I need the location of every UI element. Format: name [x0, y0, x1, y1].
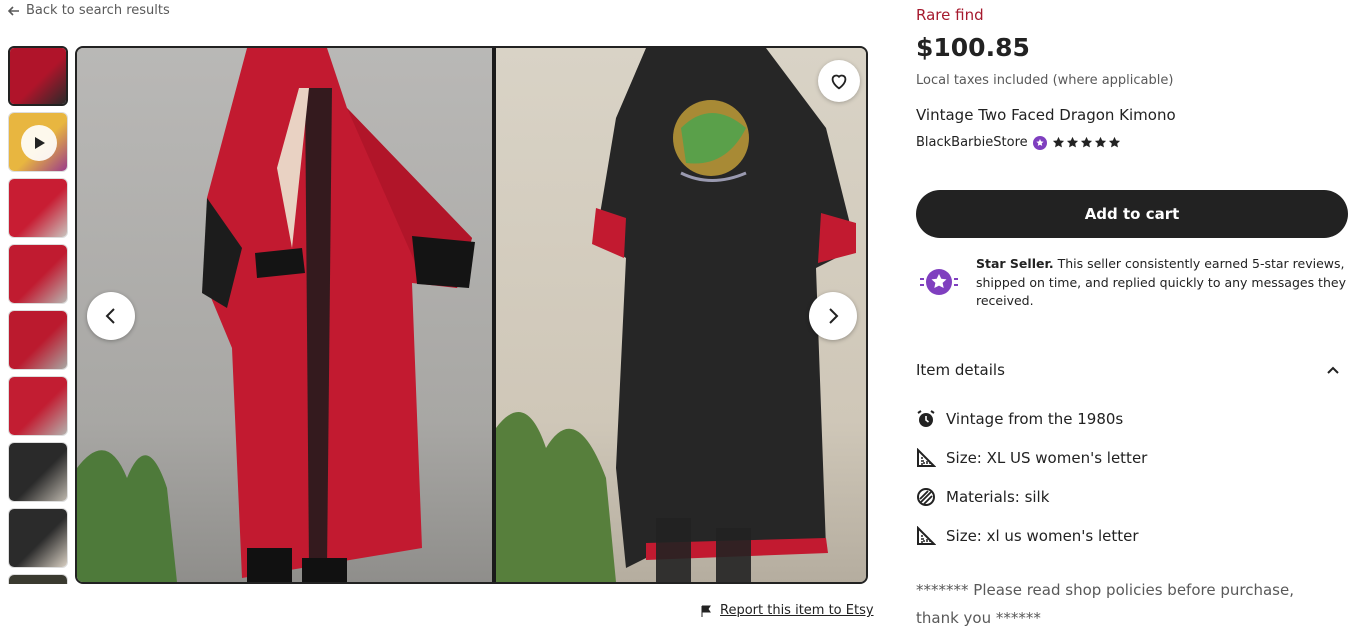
next-image-button[interactable]: [809, 292, 857, 340]
product-title: Vintage Two Faced Dragon Kimono: [916, 106, 1176, 124]
star-seller-text: Star Seller. This seller consistently ea…: [976, 255, 1348, 311]
heart-icon: [831, 74, 847, 90]
rating-stars: [1052, 136, 1121, 149]
thumbnail-image[interactable]: [8, 508, 68, 568]
detail-size-text: Size: XL US women's letter: [946, 449, 1148, 467]
thumbnail-preview: [9, 179, 67, 237]
star-seller-notice: Star Seller. This seller consistently ea…: [916, 255, 1348, 311]
thumbnail-image[interactable]: [8, 574, 68, 584]
thumbnail-preview: [10, 48, 66, 104]
star-icon: [1108, 136, 1120, 148]
star-seller-heading: Star Seller.: [976, 256, 1054, 271]
item-details-heading: Item details: [916, 361, 1005, 379]
thumbnail-preview: [9, 509, 67, 567]
add-to-cart-button[interactable]: Add to cart: [916, 190, 1348, 238]
main-listing-image[interactable]: [75, 46, 868, 584]
chevron-right-icon: [829, 308, 839, 324]
thumbnail-image[interactable]: [8, 178, 68, 238]
back-link-label: Back to search results: [26, 3, 170, 18]
thumbnail-preview: [9, 311, 67, 369]
thumbnail-image[interactable]: [8, 310, 68, 370]
detail-size-2: Size: xl us women's letter: [916, 526, 1139, 546]
thumbnail-strip: [8, 46, 68, 584]
thumbnail-image[interactable]: [8, 376, 68, 436]
shop-row: BlackBarbieStore: [916, 135, 1121, 150]
chevron-up-icon: [1327, 366, 1339, 374]
thumbnail-preview: [9, 575, 67, 584]
report-item-label: Report this item to Etsy: [720, 603, 874, 618]
star-icon: [1094, 136, 1106, 148]
detail-vintage-text: Vintage from the 1980s: [946, 410, 1124, 428]
thumbnail-preview: [9, 245, 67, 303]
detail-materials-text: Materials: silk: [946, 488, 1050, 506]
materials-icon: [917, 488, 935, 506]
detail-size-2-text: Size: xl us women's letter: [946, 527, 1139, 545]
arrow-left-icon: [8, 5, 19, 16]
policy-note: ******* Please read shop policies before…: [916, 581, 1294, 627]
favorite-button[interactable]: [818, 60, 860, 102]
star-icon: [1052, 136, 1064, 148]
rare-find-label: Rare find: [916, 6, 984, 24]
previous-image-button[interactable]: [87, 292, 135, 340]
back-to-search-link[interactable]: Back to search results: [8, 3, 170, 18]
play-icon: [21, 125, 57, 161]
thumbnail-image[interactable]: [8, 46, 68, 106]
detail-vintage: Vintage from the 1980s: [916, 409, 1123, 429]
detail-materials: Materials: silk: [916, 487, 1049, 507]
ruler-icon: [917, 448, 936, 467]
thumbnail-image[interactable]: [8, 244, 68, 304]
alarm-clock-icon: [917, 410, 935, 427]
star-icon: [1066, 136, 1078, 148]
kimono-front-photo: [77, 48, 492, 582]
tax-note: Local taxes included (where applicable): [916, 73, 1174, 88]
star-seller-badge-icon: [1032, 135, 1047, 150]
ruler-icon: [917, 526, 936, 545]
shop-name-link[interactable]: BlackBarbieStore: [916, 135, 1028, 150]
thumbnail-preview: [9, 443, 67, 501]
chevron-left-icon: [105, 308, 115, 324]
detail-size: Size: XL US women's letter: [916, 448, 1147, 468]
report-item-link[interactable]: Report this item to Etsy: [700, 603, 874, 618]
price: $100.85: [916, 33, 1030, 62]
kimono-front-illustration: [77, 48, 475, 582]
thumbnail-video[interactable]: [8, 112, 68, 172]
thumbnail-preview: [9, 377, 67, 435]
flag-icon: [701, 605, 711, 617]
star-icon: [1080, 136, 1092, 148]
thumbnail-image[interactable]: [8, 442, 68, 502]
item-details-toggle[interactable]: Item details: [916, 361, 1348, 379]
star-seller-icon: [920, 269, 958, 295]
